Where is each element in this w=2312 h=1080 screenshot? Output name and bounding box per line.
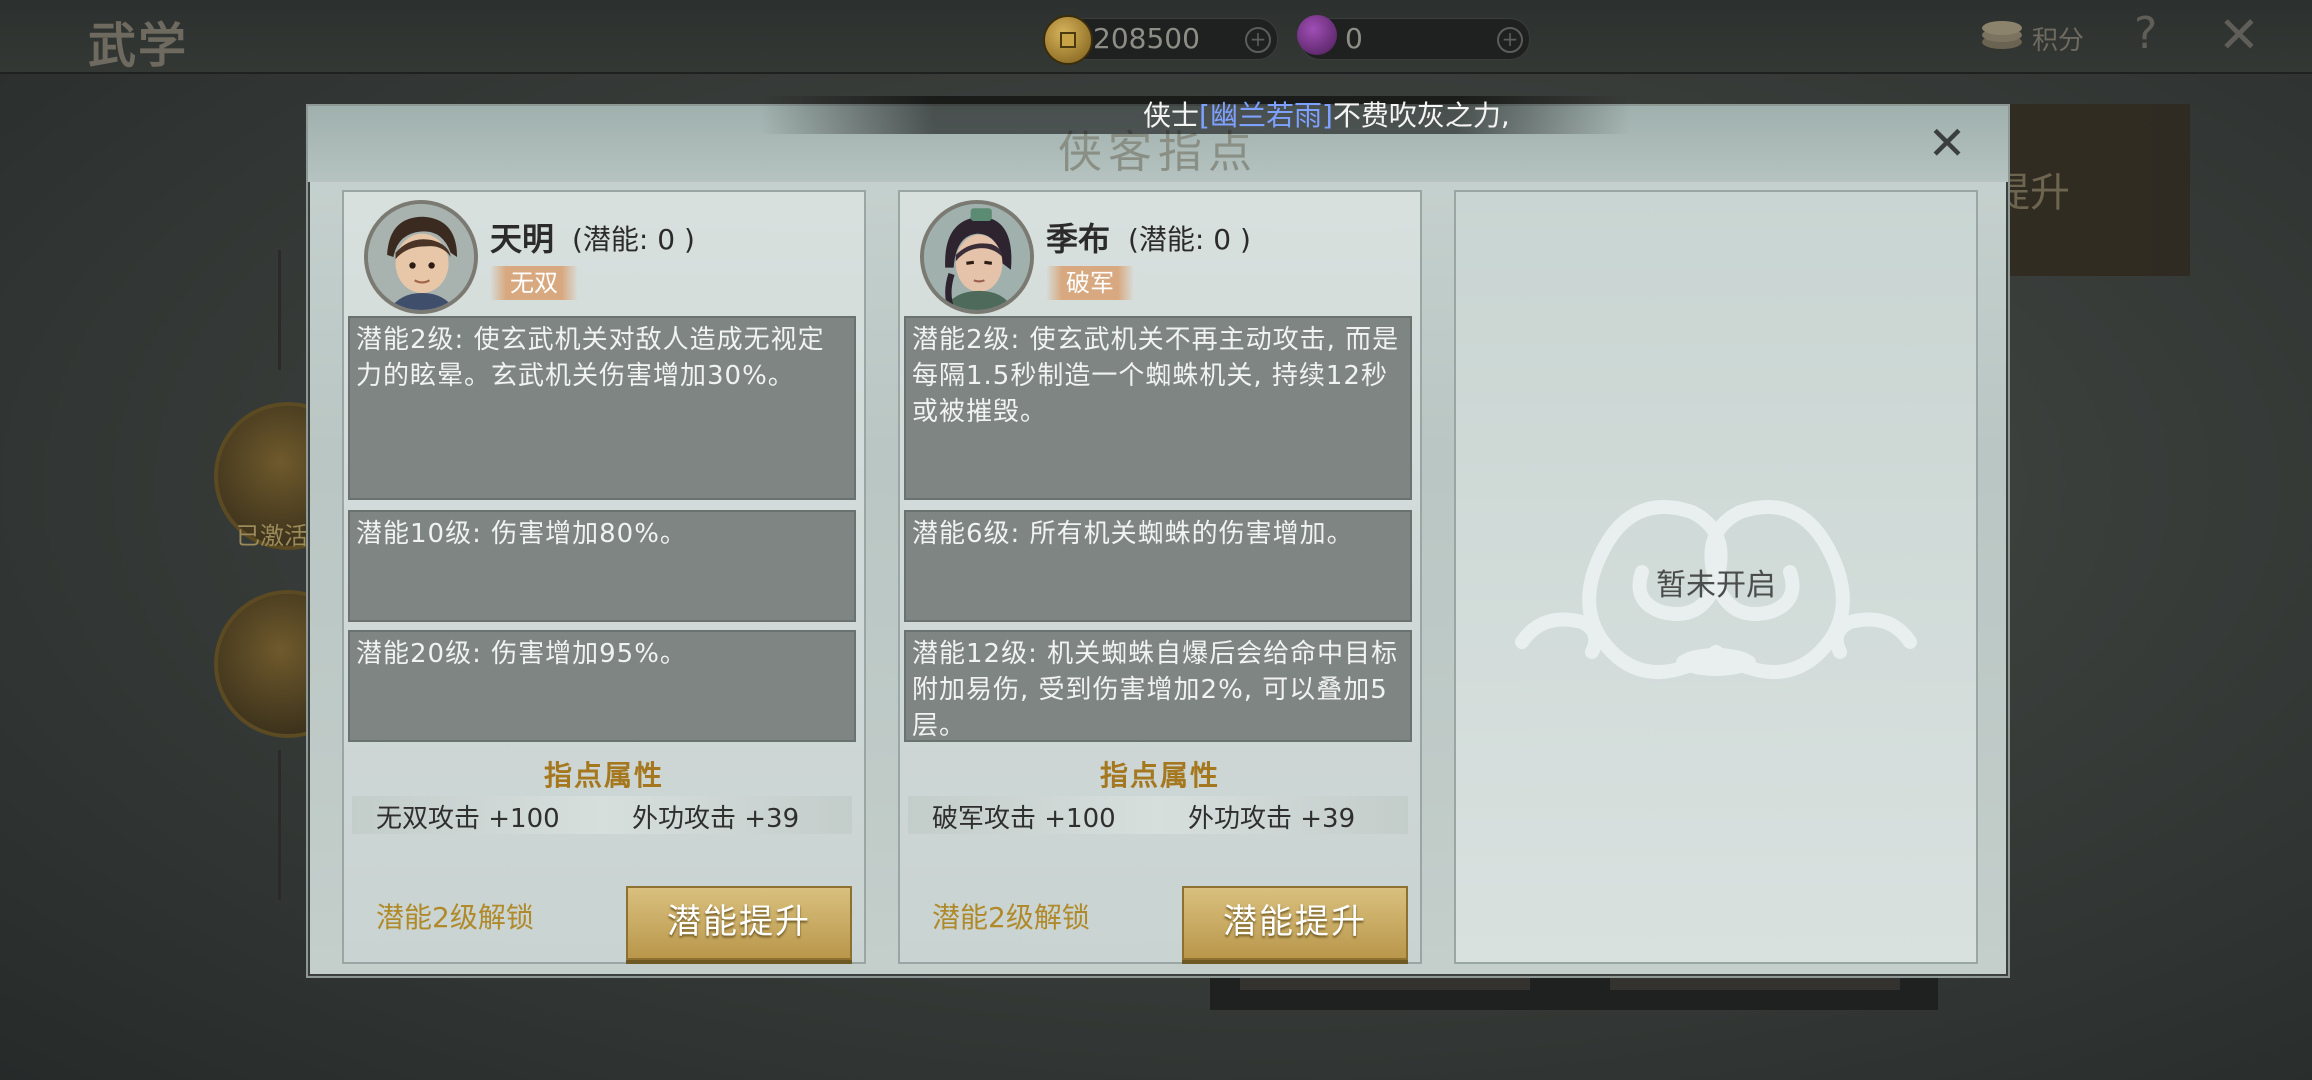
hero-potential: (潜能: 0 )	[572, 223, 695, 256]
activated-label: 已激活	[236, 522, 308, 550]
hero-card: 天明 (潜能: 0 ) 无双 潜能2级: 使玄武机关对敌人造成无视定力的眩晕。玄…	[342, 190, 866, 964]
hero-avatar	[364, 200, 478, 314]
gem-value: 0	[1345, 22, 1363, 55]
announcement-prefix: 侠士	[1143, 99, 1200, 132]
skill-description: 潜能2级: 使玄武机关对敌人造成无视定力的眩晕。玄武机关伤害增加30%。	[348, 316, 856, 500]
close-icon[interactable]: ✕	[1922, 118, 1972, 168]
gold-value: 208500	[1093, 22, 1200, 55]
hero-portrait-icon	[368, 204, 474, 310]
hero-name: 季布	[1046, 220, 1111, 258]
skill-description: 潜能2级: 使玄武机关不再主动攻击, 而是每隔1.5秒制造一个蜘蛛机关, 持续1…	[904, 316, 1412, 500]
hero-guidance-dialog: 侠客指点 ✕ 天明 (潜能: 0 ) 无双 潜能2级: 使玄武机关对敌人造成无视…	[306, 104, 2010, 978]
attributes-title: 指点属性	[1099, 759, 1220, 792]
skill-description: 潜能6级: 所有机关蜘蛛的伤害增加。	[904, 510, 1412, 622]
hero-card: 季布 (潜能: 0 ) 破军 潜能2级: 使玄武机关不再主动攻击, 而是每隔1.…	[898, 190, 1422, 964]
add-gold-button[interactable]: +	[1245, 27, 1271, 53]
add-gem-button[interactable]: +	[1497, 27, 1523, 53]
attribute-value: 无双攻击 +100	[376, 804, 560, 834]
hero-name: 天明	[490, 220, 555, 258]
coin-icon	[1043, 15, 1093, 65]
attribute-value: 外功攻击 +39	[1188, 804, 1356, 834]
attributes-row: 破军攻击 +100 外功攻击 +39	[908, 796, 1408, 834]
skill-description: 潜能20级: 伤害增加95%。	[348, 630, 856, 742]
locked-hero-slot: 暂未开启	[1454, 190, 1978, 964]
skill-description: 潜能12级: 机关蜘蛛自爆后会给命中目标附加易伤, 受到伤害增加2%, 可以叠加…	[904, 630, 1412, 742]
help-icon[interactable]: ?	[2134, 8, 2157, 59]
upgrade-potential-button[interactable]: 潜能提升	[626, 886, 852, 960]
hero-potential: (潜能: 0 )	[1128, 223, 1251, 256]
page-title: 武学	[88, 18, 189, 74]
unlock-requirement: 潜能2级解锁	[932, 901, 1090, 934]
announcement-player-name: [幽兰若雨]	[1199, 99, 1333, 132]
locked-slot-label: 暂未开启	[1656, 568, 1776, 603]
coins-stack-icon	[1982, 21, 2022, 49]
attribute-value: 外功攻击 +39	[632, 804, 800, 834]
hero-class-tag: 破军	[1046, 266, 1134, 300]
points-label: 积分	[2032, 26, 2085, 56]
hero-avatar	[920, 200, 1034, 314]
unlock-requirement: 潜能2级解锁	[376, 901, 534, 934]
gem-icon	[1297, 15, 1337, 55]
announcement-text: 侠士[幽兰若雨]不费吹灰之力,	[1143, 94, 1510, 134]
close-screen-icon[interactable]: ✕	[2218, 6, 2260, 64]
gem-currency: 0 +	[1297, 15, 1530, 60]
hero-class-tag: 无双	[490, 266, 578, 300]
divider	[278, 250, 281, 370]
hero-portrait-icon	[924, 204, 1030, 310]
skill-description: 潜能10级: 伤害增加80%。	[348, 510, 856, 622]
announcement-suffix: 不费吹灰之力,	[1332, 99, 1510, 132]
attributes-title: 指点属性	[543, 759, 664, 792]
attributes-row: 无双攻击 +100 外功攻击 +39	[352, 796, 852, 834]
divider	[278, 750, 281, 900]
upgrade-potential-button[interactable]: 潜能提升	[1182, 886, 1408, 960]
gold-currency: 208500 +	[1043, 15, 1278, 65]
attribute-value: 破军攻击 +100	[932, 804, 1116, 834]
